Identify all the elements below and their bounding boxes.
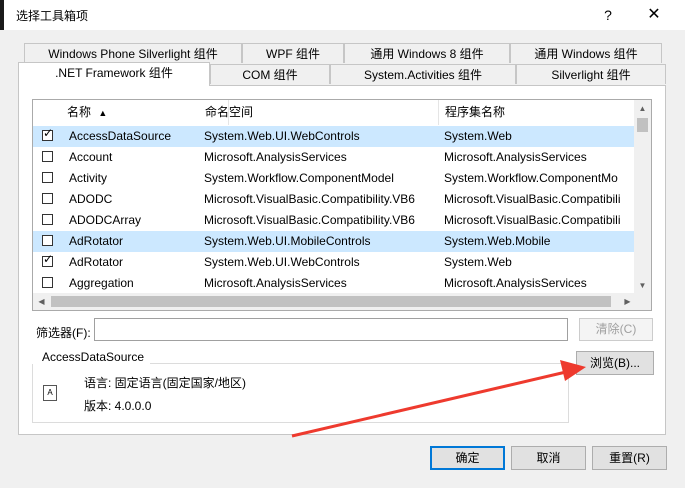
annotation-arrow-head — [560, 360, 586, 381]
annotation-arrow-shaft — [291, 370, 567, 438]
tab-net-framework[interactable]: .NET Framework 组件 — [18, 62, 210, 86]
